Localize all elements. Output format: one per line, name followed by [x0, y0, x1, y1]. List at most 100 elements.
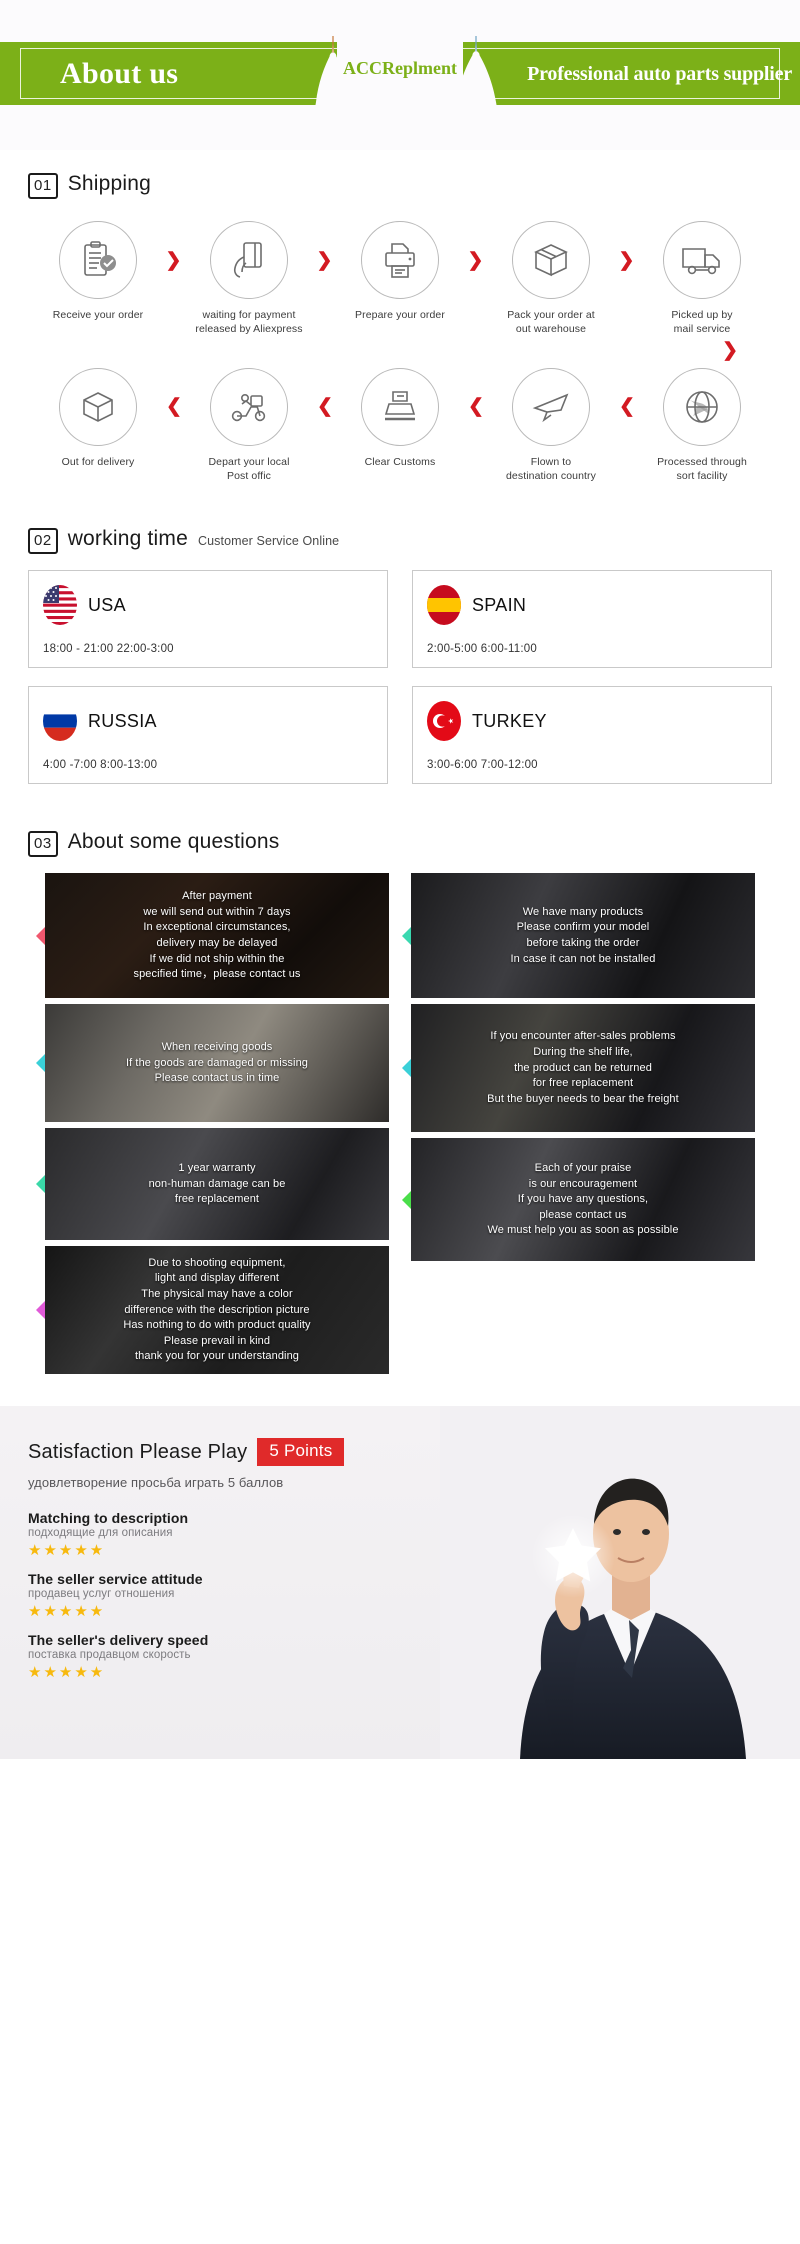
tip-arrow-icon: [36, 926, 45, 945]
question-text: If you encounter after-sales problems Dur…: [487, 1030, 679, 1105]
shipping-step-label: Clear Customs: [364, 455, 436, 468]
chevron-right-icon: ❯: [467, 249, 484, 271]
question-card: When receiving goods If the goods are dam…: [36, 1004, 389, 1123]
shipping-step: Clear Customs: [338, 367, 463, 470]
tip-arrow-icon: [402, 926, 411, 945]
brand-name: ACCReplment: [343, 58, 457, 78]
globe-icon: [663, 367, 741, 446]
satisfaction-title-row: Satisfaction Please Play 5 Points: [28, 1438, 800, 1467]
question-card: Due to shooting equipment, light and disp…: [36, 1246, 389, 1375]
rating-item: The seller service attitude продавец усл…: [28, 1571, 800, 1621]
working-time-heading: 02 working time Customer Service Online: [0, 527, 800, 555]
section-number-03: 03: [28, 831, 58, 858]
satisfaction-subtitle: удовлетворение просьба играть 5 баллов: [28, 1475, 284, 1491]
question-text: 1 year warranty non-human damage can be fr…: [148, 1162, 286, 1206]
shipping-step: Prepare your order: [338, 221, 463, 323]
page-header: About us ACCReplment Professional auto p…: [0, 0, 800, 150]
delivery-truck-icon: [663, 221, 741, 299]
tip-arrow-icon: [36, 1301, 45, 1320]
chevron-down-icon: ❯: [722, 339, 738, 361]
questions-column-right: We have many products Please confirm your…: [402, 873, 755, 1267]
question-card: If you encounter after-sales problems Dur…: [402, 1004, 755, 1133]
shipping-step: Picked up by mail service: [640, 221, 765, 337]
country-card-russia: RUSSIA 4:00 -7:00 8:00-13:00: [28, 686, 388, 785]
russia-flag-icon: [43, 701, 77, 742]
chevron-left-icon: ❯: [165, 396, 182, 418]
rating-label-ru: поставка продавцом скорость: [28, 1649, 191, 1662]
question-text: We have many products Please confirm your…: [510, 905, 656, 965]
product-description-page: About us ACCReplment Professional auto p…: [0, 0, 800, 1760]
question-card: 1 year warranty non-human damage can be fr…: [36, 1128, 389, 1241]
country-card-header: SPAIN: [427, 585, 757, 626]
chevron-left-icon: ❯: [618, 396, 635, 418]
country-cards-grid: USA 18:00 - 21:00 22:00-3:00 SPAIN 2:00-…: [0, 554, 800, 785]
country-hours: 4:00 -7:00 8:00-13:00: [43, 759, 158, 772]
header-title-right: Professional auto parts supplier: [527, 63, 792, 85]
spain-flag-icon: [427, 585, 461, 626]
tip-arrow-icon: [36, 1175, 45, 1194]
question-text: Due to shooting equipment, light and disp…: [123, 1256, 311, 1363]
country-name: TURKEY: [472, 710, 547, 731]
shipping-step: Receive your order: [36, 221, 161, 323]
tip-arrow-icon: [402, 1059, 411, 1078]
rating-item: The seller's delivery speed поставка про…: [28, 1632, 800, 1682]
country-card-header: TURKEY: [427, 701, 757, 742]
shipping-step-label: Out for delivery: [61, 455, 135, 468]
shipping-steps-row-1: Receive your order ❯ waiting for payment…: [0, 221, 800, 337]
shipping-step-label: Processed through sort facility: [657, 455, 747, 482]
chevron-right-icon: ❯: [165, 249, 182, 271]
question-text: After payment we will send out within 7 d…: [133, 890, 301, 981]
points-badge: 5 Points: [257, 1438, 345, 1467]
shipping-step: Out for delivery: [36, 367, 161, 470]
country-name: RUSSIA: [88, 710, 157, 731]
country-card-spain: SPAIN 2:00-5:00 6:00-11:00: [412, 570, 772, 669]
section-title-questions: About some questions: [67, 830, 280, 854]
country-card-header: RUSSIA: [43, 701, 373, 742]
airplane-icon: [512, 367, 590, 446]
question-text: When receiving goods If the goods are dam…: [125, 1041, 309, 1085]
section-number-01: 01: [28, 173, 58, 199]
section-title-shipping: Shipping: [67, 172, 152, 195]
customs-stamp-icon: [361, 367, 439, 446]
country-hours: 3:00-6:00 7:00-12:00: [427, 759, 538, 772]
chevron-right-icon: ❯: [316, 249, 333, 271]
hand-card-icon: [210, 221, 288, 299]
satisfaction-content: Satisfaction Please Play 5 Points удовле…: [0, 1406, 800, 1682]
question-card: After payment we will send out within 7 d…: [36, 873, 389, 999]
star-rating: ★★★★★: [28, 1542, 106, 1560]
working-time-subtitle: Customer Service Online: [197, 534, 340, 549]
section-number-02: 02: [28, 528, 58, 555]
country-card-header: USA: [43, 585, 373, 626]
clipboard-check-icon: [59, 221, 137, 299]
rating-label-ru: продавец услуг отношения: [28, 1588, 175, 1601]
rating-item: Matching to description подходящие для о…: [28, 1510, 800, 1560]
tip-arrow-icon: [36, 1054, 45, 1073]
open-box-icon: [59, 367, 137, 446]
shipping-step-label: Pack your order at out warehouse: [507, 309, 595, 335]
printer-icon: [361, 221, 439, 299]
tip-arrow-icon: [402, 1190, 411, 1209]
rating-label-en: The seller's delivery speed: [28, 1632, 209, 1649]
rating-label-en: The seller service attitude: [28, 1571, 203, 1588]
country-name: SPAIN: [472, 594, 527, 615]
rating-label-ru: подходящие для описания: [28, 1527, 173, 1540]
satisfaction-title: Satisfaction Please Play: [28, 1440, 248, 1463]
turkey-flag-icon: [427, 701, 461, 742]
chevron-right-icon: ❯: [618, 249, 635, 271]
shipping-step: waiting for payment released by Aliexpres…: [187, 221, 312, 337]
shipping-heading: 01 Shipping: [0, 172, 800, 199]
satisfaction-section: Satisfaction Please Play 5 Points удовле…: [0, 1406, 800, 1760]
scooter-courier-icon: [210, 367, 288, 446]
country-hours: 18:00 - 21:00 22:00-3:00: [43, 643, 174, 656]
usa-flag-icon: [43, 585, 77, 626]
questions-grid: After payment we will send out within 7 d…: [0, 857, 800, 1380]
shipping-section: 01 Shipping Receive your order ❯ waiting…: [0, 150, 800, 483]
rating-label-en: Matching to description: [28, 1510, 189, 1527]
rating-list: Matching to description подходящие для о…: [28, 1510, 800, 1682]
shipping-step: Depart your local Post offic: [187, 367, 312, 484]
package-box-icon: [512, 221, 590, 299]
country-card-turkey: TURKEY 3:00-6:00 7:00-12:00: [412, 686, 772, 785]
questions-column-left: After payment we will send out within 7 d…: [36, 873, 389, 1380]
section-title-working-time: working time: [67, 527, 188, 551]
star-rating: ★★★★★: [28, 1603, 106, 1621]
